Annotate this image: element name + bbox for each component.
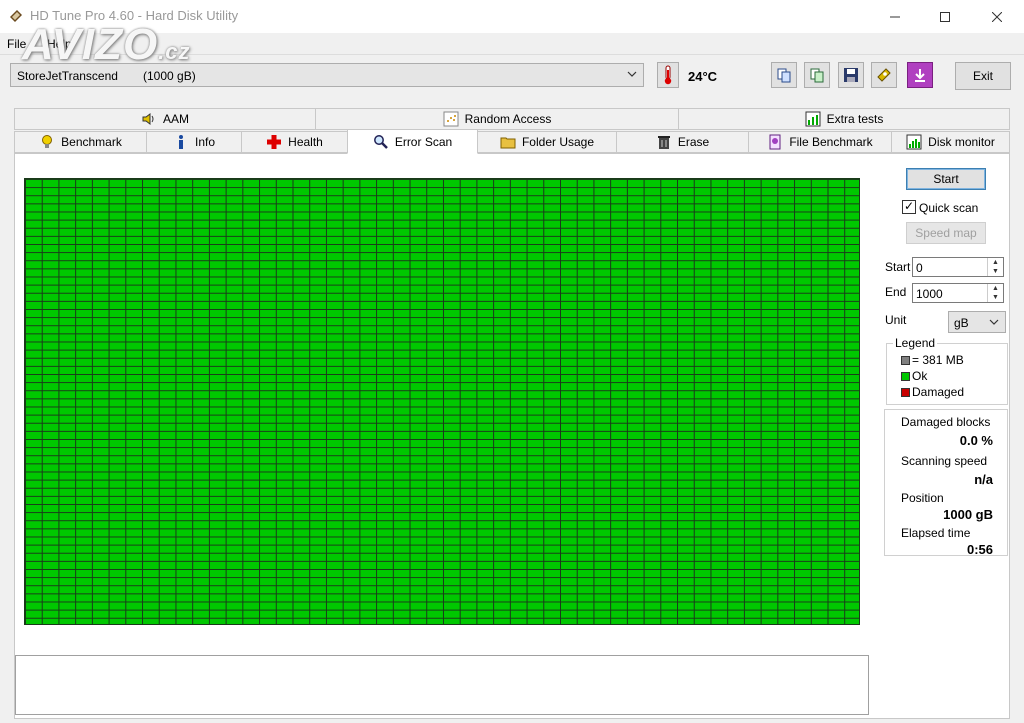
menu-file[interactable]: File: [7, 37, 26, 51]
unit-select[interactable]: gB: [948, 311, 1006, 333]
start-spinner-arrows-icon[interactable]: ▲ ▼: [987, 258, 1003, 276]
legend-title: Legend: [893, 336, 938, 350]
disk-monitor-icon: [906, 134, 922, 150]
magnifier-icon: [373, 134, 389, 150]
random-access-icon: [443, 111, 459, 127]
tab-benchmark-label: Benchmark: [61, 135, 122, 149]
window-title: HD Tune Pro 4.60 - Hard Disk Utility: [30, 8, 239, 23]
tab-aam[interactable]: AAM: [14, 108, 316, 130]
quick-scan-label: Quick scan: [919, 201, 979, 215]
tab-benchmark[interactable]: Benchmark: [14, 131, 147, 153]
legend-damaged-label: Damaged: [912, 385, 965, 399]
quick-scan-checkbox[interactable]: ✓: [902, 200, 916, 214]
damaged-blocks-value: 0.0 %: [959, 433, 993, 448]
chevron-down-icon: [625, 67, 639, 84]
tab-random-access-label: Random Access: [464, 112, 552, 126]
minimize-button[interactable]: [872, 0, 918, 33]
trash-icon: [656, 134, 672, 150]
tab-file-benchmark[interactable]: File Benchmark: [748, 131, 892, 153]
legend-ok-label: Ok: [912, 369, 928, 383]
maximize-button[interactable]: [922, 0, 968, 33]
unit-label: Unit: [885, 313, 907, 327]
tab-random-access[interactable]: Random Access: [315, 108, 679, 130]
options-icon[interactable]: [871, 62, 897, 88]
download-icon[interactable]: [907, 62, 933, 88]
tab-extra-tests-label: Extra tests: [826, 112, 884, 126]
chevron-down-icon: [987, 315, 1001, 332]
scanning-speed-label: Scanning speed: [901, 454, 988, 468]
start-button[interactable]: Start: [906, 168, 986, 190]
speaker-icon: [141, 111, 157, 127]
tab-health-label: Health: [288, 135, 323, 149]
start-field[interactable]: 0 ▲ ▼: [912, 257, 1004, 277]
speed-map-button[interactable]: Speed map: [906, 222, 986, 244]
end-field[interactable]: 1000 ▲ ▼: [912, 283, 1004, 303]
file-benchmark-icon: [767, 134, 783, 150]
tab-folder-usage-label: Folder Usage: [521, 135, 595, 149]
menu-help[interactable]: Help: [47, 37, 72, 51]
legend-block-size: = 381 MB: [901, 353, 964, 367]
legend-box: Legend = 381 MB Ok Damaged: [886, 336, 1008, 405]
elapsed-time-label: Elapsed time: [901, 526, 971, 540]
tab-folder-usage[interactable]: Folder Usage: [477, 131, 617, 153]
menu-bar: File Help: [0, 33, 1024, 55]
tab-info[interactable]: Info: [146, 131, 242, 153]
info-icon: [173, 134, 189, 150]
drive-select[interactable]: StoreJetTranscend (1000 gB): [10, 63, 644, 87]
temperature-readout: 24°C: [688, 69, 718, 84]
tab-erase-label: Erase: [677, 135, 710, 149]
save-icon[interactable]: [838, 62, 864, 88]
folder-icon: [500, 134, 516, 150]
scan-stats-box: Damaged blocks 0.0 % Scanning speed n/a …: [884, 409, 1008, 557]
legend-block-size-label: = 381 MB: [912, 353, 964, 367]
end-field-label: End: [885, 285, 907, 299]
tab-disk-monitor-label: Disk monitor: [928, 135, 995, 149]
unit-value: gB: [954, 316, 969, 330]
tab-error-scan[interactable]: Error Scan: [347, 129, 478, 154]
tab-health[interactable]: Health: [241, 131, 348, 153]
tab-error-scan-label: Error Scan: [394, 134, 453, 149]
thermometer-icon: [657, 62, 679, 88]
end-field-value: 1000: [916, 287, 943, 301]
tab-aam-label: AAM: [162, 112, 189, 126]
green-swatch-icon: [901, 371, 910, 381]
close-button[interactable]: [974, 0, 1020, 33]
exit-button[interactable]: Exit: [955, 62, 1011, 90]
lightbulb-icon: [39, 134, 55, 150]
elapsed-time-value: 0:56: [966, 542, 993, 557]
tab-disk-monitor[interactable]: Disk monitor: [891, 131, 1010, 153]
drive-name: StoreJetTranscend: [17, 69, 118, 83]
grey-swatch-icon: [901, 355, 910, 365]
position-label: Position: [901, 491, 944, 505]
title-bar: HD Tune Pro 4.60 - Hard Disk Utility: [0, 0, 1024, 33]
extra-tests-icon: [805, 111, 821, 127]
scan-block-map: [24, 178, 860, 625]
red-swatch-icon: [901, 387, 910, 397]
tab-strip: AAM Random Access Extra tests Benchmark …: [14, 108, 1010, 154]
copy-info-icon[interactable]: [771, 62, 797, 88]
tab-extra-tests[interactable]: Extra tests: [678, 108, 1010, 130]
tab-erase[interactable]: Erase: [616, 131, 749, 153]
start-field-value: 0: [916, 261, 923, 275]
scan-log-box[interactable]: [15, 655, 869, 715]
position-value: 1000 gB: [943, 507, 993, 522]
start-field-label: Start: [885, 260, 911, 274]
hdtune-app-icon: [8, 8, 24, 24]
tab-info-label: Info: [194, 135, 215, 149]
drive-size: (1000 gB): [143, 69, 196, 83]
tab-file-benchmark-label: File Benchmark: [789, 135, 873, 149]
health-cross-icon: [266, 134, 282, 150]
toolbar: StoreJetTranscend (1000 gB) 24°C Exit: [0, 56, 1024, 100]
legend-damaged: Damaged: [901, 385, 964, 399]
copy-screenshot-icon[interactable]: [804, 62, 830, 88]
legend-ok: Ok: [901, 369, 927, 383]
scanning-speed-value: n/a: [974, 472, 993, 487]
damaged-blocks-label: Damaged blocks: [901, 415, 991, 429]
end-spinner-arrows-icon[interactable]: ▲ ▼: [987, 284, 1003, 302]
